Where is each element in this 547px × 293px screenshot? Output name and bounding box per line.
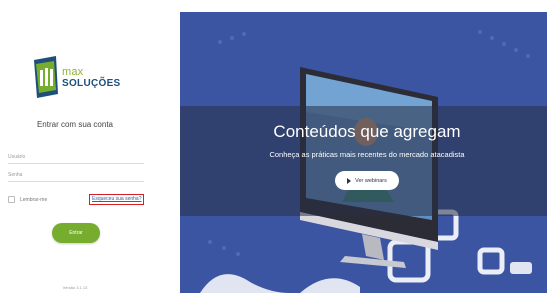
play-icon	[347, 177, 352, 184]
password-input[interactable]	[8, 168, 144, 182]
username-input[interactable]	[8, 150, 144, 164]
remember-me[interactable]: Lembrar-me	[8, 196, 47, 203]
version-label: Versão 3.1.13	[62, 285, 88, 290]
hero-subtitle: Conheça as práticas mais recentes do mer…	[269, 150, 465, 159]
view-webinars-button[interactable]: Ver webinars	[335, 171, 399, 190]
login-title: Entrar com sua conta	[36, 120, 114, 129]
login-panel: max SOLUÇÕES Entrar com sua conta Lembra…	[0, 0, 176, 293]
hero-banner: Conteúdos que agregam Conheça as prática…	[180, 12, 547, 293]
remember-me-checkbox[interactable]	[8, 196, 15, 203]
hero-title: Conteúdos que agregam	[273, 122, 461, 141]
remember-me-label: Lembrar-me	[20, 196, 48, 203]
logo-word-solucoes: SOLUÇÕES	[62, 78, 121, 89]
view-webinars-label: Ver webinars	[355, 177, 387, 184]
forgot-password-link[interactable]: Esqueceu sua senha?	[89, 194, 145, 205]
login-submit-button[interactable]: Entrar	[52, 223, 100, 243]
logo-word-max: max	[62, 66, 84, 78]
